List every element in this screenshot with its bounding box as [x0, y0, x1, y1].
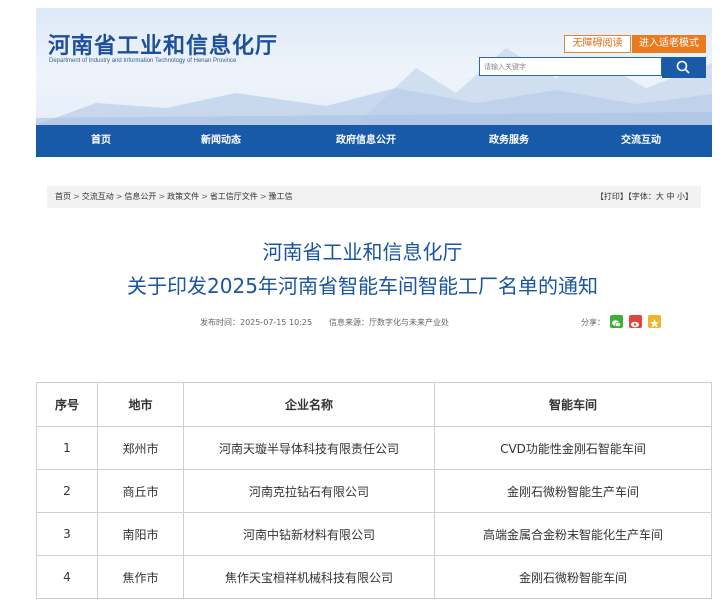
breadcrumb-separator: > — [201, 192, 208, 201]
cell-index: 1 — [36, 426, 98, 470]
breadcrumb-separator: > — [259, 192, 267, 201]
cell-workshop: 金刚石微粉智能生产车间 — [434, 469, 712, 513]
article-title-line1: 河南省工业和信息化厅 — [262, 240, 463, 264]
cell-workshop: CVD功能性金刚石智能车间 — [434, 426, 712, 470]
search-input[interactable]: 请输入关键字 — [479, 57, 662, 76]
wechat-icon[interactable] — [610, 315, 623, 328]
elder-mode-button[interactable]: 进入适老模式 — [632, 35, 706, 53]
search-button[interactable] — [662, 57, 706, 78]
article-title-line2: 关于印发2025年河南省智能车间智能工厂名单的通知 — [127, 274, 598, 298]
print-font-tools[interactable]: 【打印】【字体：大 中 小】 — [596, 186, 693, 208]
table-row: 3 南阳市 河南中钻新材料有限公司 高端金属合金粉末智能化生产车间 — [36, 512, 712, 556]
nav-item-services[interactable]: 政务服务 — [459, 125, 559, 157]
cell-company: 河南克拉钻石有限公司 — [183, 469, 435, 513]
breadcrumb-separator: > — [115, 192, 123, 201]
table-row: 1 郑州市 河南天璇半导体科技有限责任公司 CVD功能性金刚石智能车间 — [36, 426, 712, 470]
main-nav: 首页 新闻动态 政府信息公开 政务服务 交流互动 — [36, 125, 712, 157]
nav-item-interaction[interactable]: 交流互动 — [591, 125, 691, 157]
cell-index: 2 — [36, 469, 98, 513]
share-label: 分享： — [581, 318, 605, 327]
nav-item-gov-info[interactable]: 政府信息公开 — [316, 125, 416, 157]
breadcrumb-item[interactable]: 信息公开 — [124, 192, 156, 201]
search-icon — [676, 60, 690, 74]
site-logo-subtitle: Department of Industry and Information T… — [49, 58, 237, 64]
nav-item-news[interactable]: 新闻动态 — [171, 125, 271, 157]
cell-company: 河南天璇半导体科技有限责任公司 — [183, 426, 435, 470]
cell-workshop: 金刚石微粉智能车间 — [434, 555, 712, 599]
cell-index: 3 — [36, 512, 98, 556]
breadcrumb-item[interactable]: 政策文件 — [167, 192, 199, 201]
column-header-company: 企业名称 — [183, 382, 435, 427]
factory-list-table: 序号 地市 企业名称 智能车间 1 郑州市 河南天璇半导体科技有限责任公司 CV… — [36, 382, 712, 599]
site-header: 河南省工业和信息化厅 Department of Industry and In… — [36, 8, 712, 125]
breadcrumb-separator: > — [73, 192, 80, 201]
breadcrumb-item[interactable]: 省工信厅文件 — [210, 192, 258, 201]
cell-city: 商丘市 — [97, 469, 184, 513]
nav-item-home[interactable]: 首页 — [51, 125, 151, 157]
breadcrumb-item[interactable]: 豫工信 — [269, 192, 293, 201]
breadcrumb-item[interactable]: 交流互动 — [82, 192, 114, 201]
cell-city: 焦作市 — [97, 555, 184, 599]
cell-workshop: 高端金属合金粉末智能化生产车间 — [434, 512, 712, 556]
table-row: 4 焦作市 焦作天宝桓祥机械科技有限公司 金刚石微粉智能车间 — [36, 555, 712, 599]
site-logo-title[interactable]: 河南省工业和信息化厅 — [48, 28, 278, 60]
weibo-icon[interactable] — [629, 315, 642, 328]
table-row: 2 商丘市 河南克拉钻石有限公司 金刚石微粉智能生产车间 — [36, 469, 712, 513]
breadcrumb: 首页 > 交流互动 > 信息公开 > 政策文件 > 省工信厅文件 > 豫工信 【打印】【字体：大 中… — [47, 186, 701, 208]
breadcrumb-item[interactable]: 首页 — [55, 192, 71, 201]
favorite-icon[interactable] — [648, 315, 661, 328]
cell-index: 4 — [36, 555, 98, 599]
cell-city: 郑州市 — [97, 426, 184, 470]
table-header-row: 序号 地市 企业名称 智能车间 — [36, 382, 712, 427]
publish-time: 发布时间：2025-07-15 10:25 — [200, 318, 313, 327]
breadcrumb-separator: > — [158, 192, 166, 201]
accessibility-button[interactable]: 无障碍阅读 — [564, 35, 631, 53]
column-header-index: 序号 — [36, 382, 98, 427]
cell-company: 河南中钻新材料有限公司 — [183, 512, 435, 556]
column-header-city: 地市 — [97, 382, 184, 427]
cell-company: 焦作天宝桓祥机械科技有限公司 — [183, 555, 435, 599]
info-source: 信息来源：厅数字化与未来产业处 — [329, 318, 449, 327]
cell-city: 南阳市 — [97, 512, 184, 556]
column-header-workshop: 智能车间 — [434, 382, 712, 427]
